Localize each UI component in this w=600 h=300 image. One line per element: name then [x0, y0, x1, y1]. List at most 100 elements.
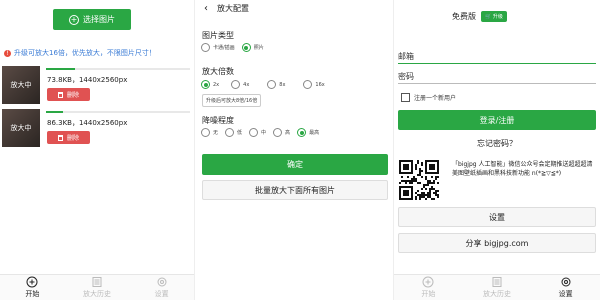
config-screen: ‹ 放大配置 图片类型 卡通/插画 照片 放大倍数 2x 4x 8x 16x 升…: [194, 0, 394, 300]
tab-label: 放大历史: [483, 290, 511, 298]
delete-button[interactable]: 删除: [47, 131, 90, 144]
start-screen: + 选择图片 ! 升级可放大16倍，优先放大，不限图片尺寸！ 放大中 73.8K…: [0, 0, 194, 300]
thumbnail-status: 放大中: [10, 81, 32, 89]
tab-history[interactable]: 放大历史: [65, 275, 130, 300]
radio-circle: [201, 80, 210, 89]
radio-noise-highest[interactable]: 最高: [297, 128, 319, 137]
tab-label: 设置: [558, 290, 573, 298]
radio-circle: [303, 80, 313, 89]
promo-text: 「bigjpg 人工智能」微信公众号会定期推送超超超清美图壁纸插画和黑科技新功能…: [452, 161, 593, 177]
radio-label: 低: [237, 130, 243, 136]
tab-start[interactable]: 开始: [394, 275, 463, 300]
scale-label: 放大倍数: [202, 67, 234, 76]
image-thumbnail[interactable]: 放大中: [2, 109, 40, 147]
tab-label: 放大历史: [83, 290, 111, 298]
radio-label: 无: [213, 130, 219, 136]
delete-label: 删除: [66, 135, 79, 142]
trash-icon: [57, 134, 63, 141]
choose-image-label: 选择图片: [83, 15, 115, 24]
image-thumbnail[interactable]: 放大中: [2, 66, 40, 104]
plus-circle-icon: [422, 276, 434, 288]
tab-label: 设置: [154, 290, 169, 298]
settings-button[interactable]: 设置: [398, 207, 596, 227]
radio-circle: [225, 128, 235, 137]
tab-start[interactable]: 开始: [0, 275, 65, 300]
upgrade-notice-text: 升级可放大16倍，优先放大，不限图片尺寸！: [14, 49, 156, 57]
scale-options: 2x 4x 8x 16x: [201, 80, 332, 89]
plus-circle-icon: +: [69, 14, 79, 25]
app-screens: + 选择图片 ! 升级可放大16倍，优先放大，不限图片尺寸！ 放大中 73.8K…: [0, 0, 600, 300]
tab-bar: 开始 放大历史 设置: [0, 274, 194, 300]
plan-row: 免费版 🛒 升级: [452, 11, 507, 22]
tab-history[interactable]: 放大历史: [463, 275, 532, 300]
radio-noise-high[interactable]: 高: [273, 128, 290, 137]
config-header: ‹ 放大配置: [195, 0, 393, 17]
choose-image-button[interactable]: + 选择图片: [53, 9, 131, 30]
radio-circle: [273, 128, 283, 137]
radio-scale-4x[interactable]: 4x: [231, 80, 249, 89]
settings-screen: 免费版 🛒 升级 邮箱 密码 注册一个新用户 登录/注册 忘记密码？ 「bigj…: [394, 0, 600, 300]
upgrade-button[interactable]: 🛒 升级: [481, 11, 507, 22]
register-checkbox[interactable]: [401, 93, 410, 102]
password-field[interactable]: 密码: [398, 71, 596, 84]
radio-circle: [241, 43, 251, 52]
radio-circle: [231, 80, 241, 89]
plan-label: 免费版: [452, 12, 476, 21]
radio-circle: [201, 43, 210, 52]
radio-scale-8x[interactable]: 8x: [267, 80, 285, 89]
share-button[interactable]: 分享 bigjpg.com: [398, 233, 596, 253]
delete-button[interactable]: 删除: [47, 88, 90, 101]
radio-noise-none[interactable]: 无: [201, 128, 218, 137]
radio-label: 卡通/插画: [213, 45, 235, 51]
radio-label: 高: [285, 130, 291, 136]
list-item: 放大中 73.8KB，1440x2560px 删除: [0, 66, 194, 106]
batch-enlarge-button[interactable]: 批量放大下面所有图片: [202, 180, 388, 200]
tab-settings[interactable]: 设置: [531, 275, 600, 300]
radio-noise-medium[interactable]: 中: [249, 128, 266, 137]
tab-label: 开始: [25, 290, 40, 298]
image-type-label: 图片类型: [202, 31, 234, 40]
radio-photo[interactable]: 照片: [241, 43, 264, 52]
noise-label: 降噪程度: [202, 116, 234, 125]
progress-fill: [46, 111, 64, 113]
radio-label: 最高: [309, 130, 320, 136]
plus-circle-icon: [26, 276, 38, 288]
radio-circle: [249, 128, 259, 137]
tab-bar: 开始 放大历史 设置: [394, 274, 600, 300]
radio-circle: [267, 80, 277, 89]
radio-circle: [297, 128, 307, 137]
radio-scale-2x[interactable]: 2x: [201, 80, 219, 89]
upgrade-notice[interactable]: ! 升级可放大16倍，优先放大，不限图片尺寸！: [4, 48, 156, 58]
trash-icon: [57, 91, 63, 98]
qr-code: [399, 160, 439, 200]
radio-noise-low[interactable]: 低: [225, 128, 242, 137]
register-row[interactable]: 注册一个新用户: [401, 93, 456, 102]
cart-icon: 🛒: [485, 14, 492, 20]
progress-bar: [46, 111, 190, 113]
alert-icon: !: [4, 49, 11, 57]
radio-scale-16x[interactable]: 16x: [303, 80, 325, 89]
tab-label: 开始: [421, 290, 436, 298]
login-register-button[interactable]: 登录/注册: [398, 110, 596, 130]
radio-cartoon[interactable]: 卡通/插画: [201, 43, 235, 52]
forgot-password-link[interactable]: 忘记密码？: [394, 138, 600, 149]
email-field[interactable]: 邮箱: [398, 51, 596, 64]
back-arrow-icon[interactable]: ‹: [195, 3, 217, 14]
noise-options: 无 低 中 高 最高: [201, 128, 326, 137]
progress-fill: [46, 68, 75, 70]
image-type-options: 卡通/插画 照片: [201, 43, 271, 52]
gear-icon: [157, 277, 167, 287]
confirm-button[interactable]: 确定: [202, 154, 388, 175]
image-info: 86.3KB，1440x2560px: [47, 119, 128, 127]
radio-label: 16x: [315, 81, 325, 88]
upgrade-hint[interactable]: 升级后可放大8倍/16倍: [202, 94, 262, 107]
upgrade-label: 升级: [492, 14, 503, 20]
progress-bar: [46, 68, 190, 70]
radio-label: 4x: [243, 81, 250, 88]
tab-settings[interactable]: 设置: [129, 275, 194, 300]
radio-label: 中: [261, 130, 267, 136]
list-item: 放大中 86.3KB，1440x2560px 删除: [0, 109, 194, 149]
register-label: 注册一个新用户: [414, 95, 457, 102]
list-icon: [92, 277, 102, 287]
list-icon: [492, 277, 502, 287]
